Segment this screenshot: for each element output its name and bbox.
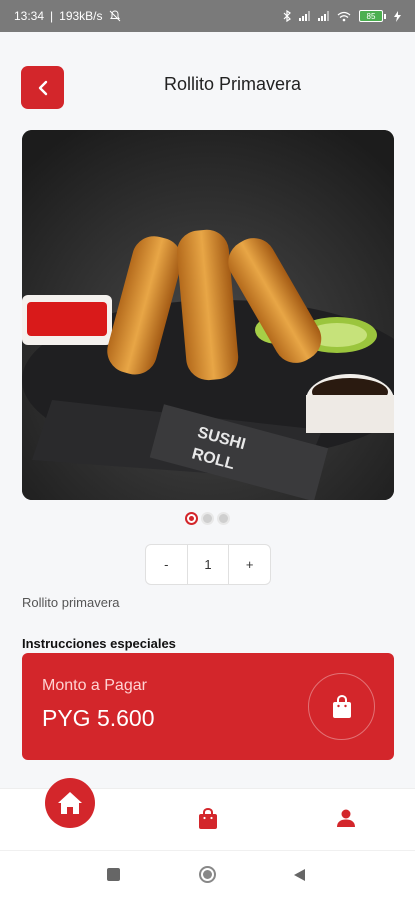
carousel-indicators [0, 512, 415, 525]
carousel-dot-3[interactable] [217, 512, 230, 525]
nav-profile-button[interactable] [336, 808, 356, 833]
chevron-left-icon [38, 80, 47, 95]
status-network-speed: 193kB/s [59, 9, 103, 23]
signal-2-icon [318, 11, 329, 21]
payment-amount: PYG 5.600 [42, 705, 155, 731]
user-icon [337, 809, 355, 827]
bag-icon [199, 807, 217, 829]
back-button[interactable] [21, 66, 64, 109]
system-back-icon[interactable] [293, 868, 306, 882]
payment-label: Monto a Pagar [42, 677, 147, 694]
status-time: 13:34 [14, 9, 45, 23]
quantity-value: 1 [186, 545, 230, 584]
recent-apps-button[interactable] [107, 868, 120, 881]
battery-level: 85 [359, 10, 383, 22]
system-home-button[interactable] [199, 866, 216, 883]
quantity-stepper: - 1 + [145, 544, 271, 585]
decrement-button[interactable]: - [146, 545, 187, 584]
carousel-dot-2[interactable] [201, 512, 214, 525]
increment-button[interactable]: + [229, 545, 270, 584]
home-icon [58, 792, 82, 814]
product-description: Rollito primavera [22, 595, 120, 610]
spring-rolls-photo: SUSHI ROLL [22, 130, 394, 500]
nav-home-button[interactable] [45, 778, 95, 828]
status-bar: 13:34 | 193kB/s 85 [0, 0, 415, 32]
nav-cart-button[interactable] [198, 807, 218, 835]
mute-bell-icon [109, 10, 120, 22]
page-title: Rollito Primavera [163, 74, 302, 94]
status-left: 13:34 | 193kB/s [14, 9, 121, 23]
battery-icon: 85 [359, 10, 386, 22]
signal-1-icon [299, 11, 310, 21]
status-separator: | [50, 9, 54, 23]
shopping-bag-icon [332, 694, 351, 718]
wifi-icon [337, 11, 351, 21]
charging-icon [394, 10, 401, 22]
special-instructions-label: Instrucciones especiales [22, 636, 176, 651]
add-to-cart-button[interactable] [308, 673, 375, 740]
carousel-dot-1[interactable] [185, 512, 198, 525]
status-right: 85 [283, 10, 401, 22]
payment-summary[interactable]: Monto a Pagar PYG 5.600 [22, 653, 394, 760]
product-image: SUSHI ROLL [22, 130, 394, 500]
bluetooth-icon [283, 10, 291, 22]
